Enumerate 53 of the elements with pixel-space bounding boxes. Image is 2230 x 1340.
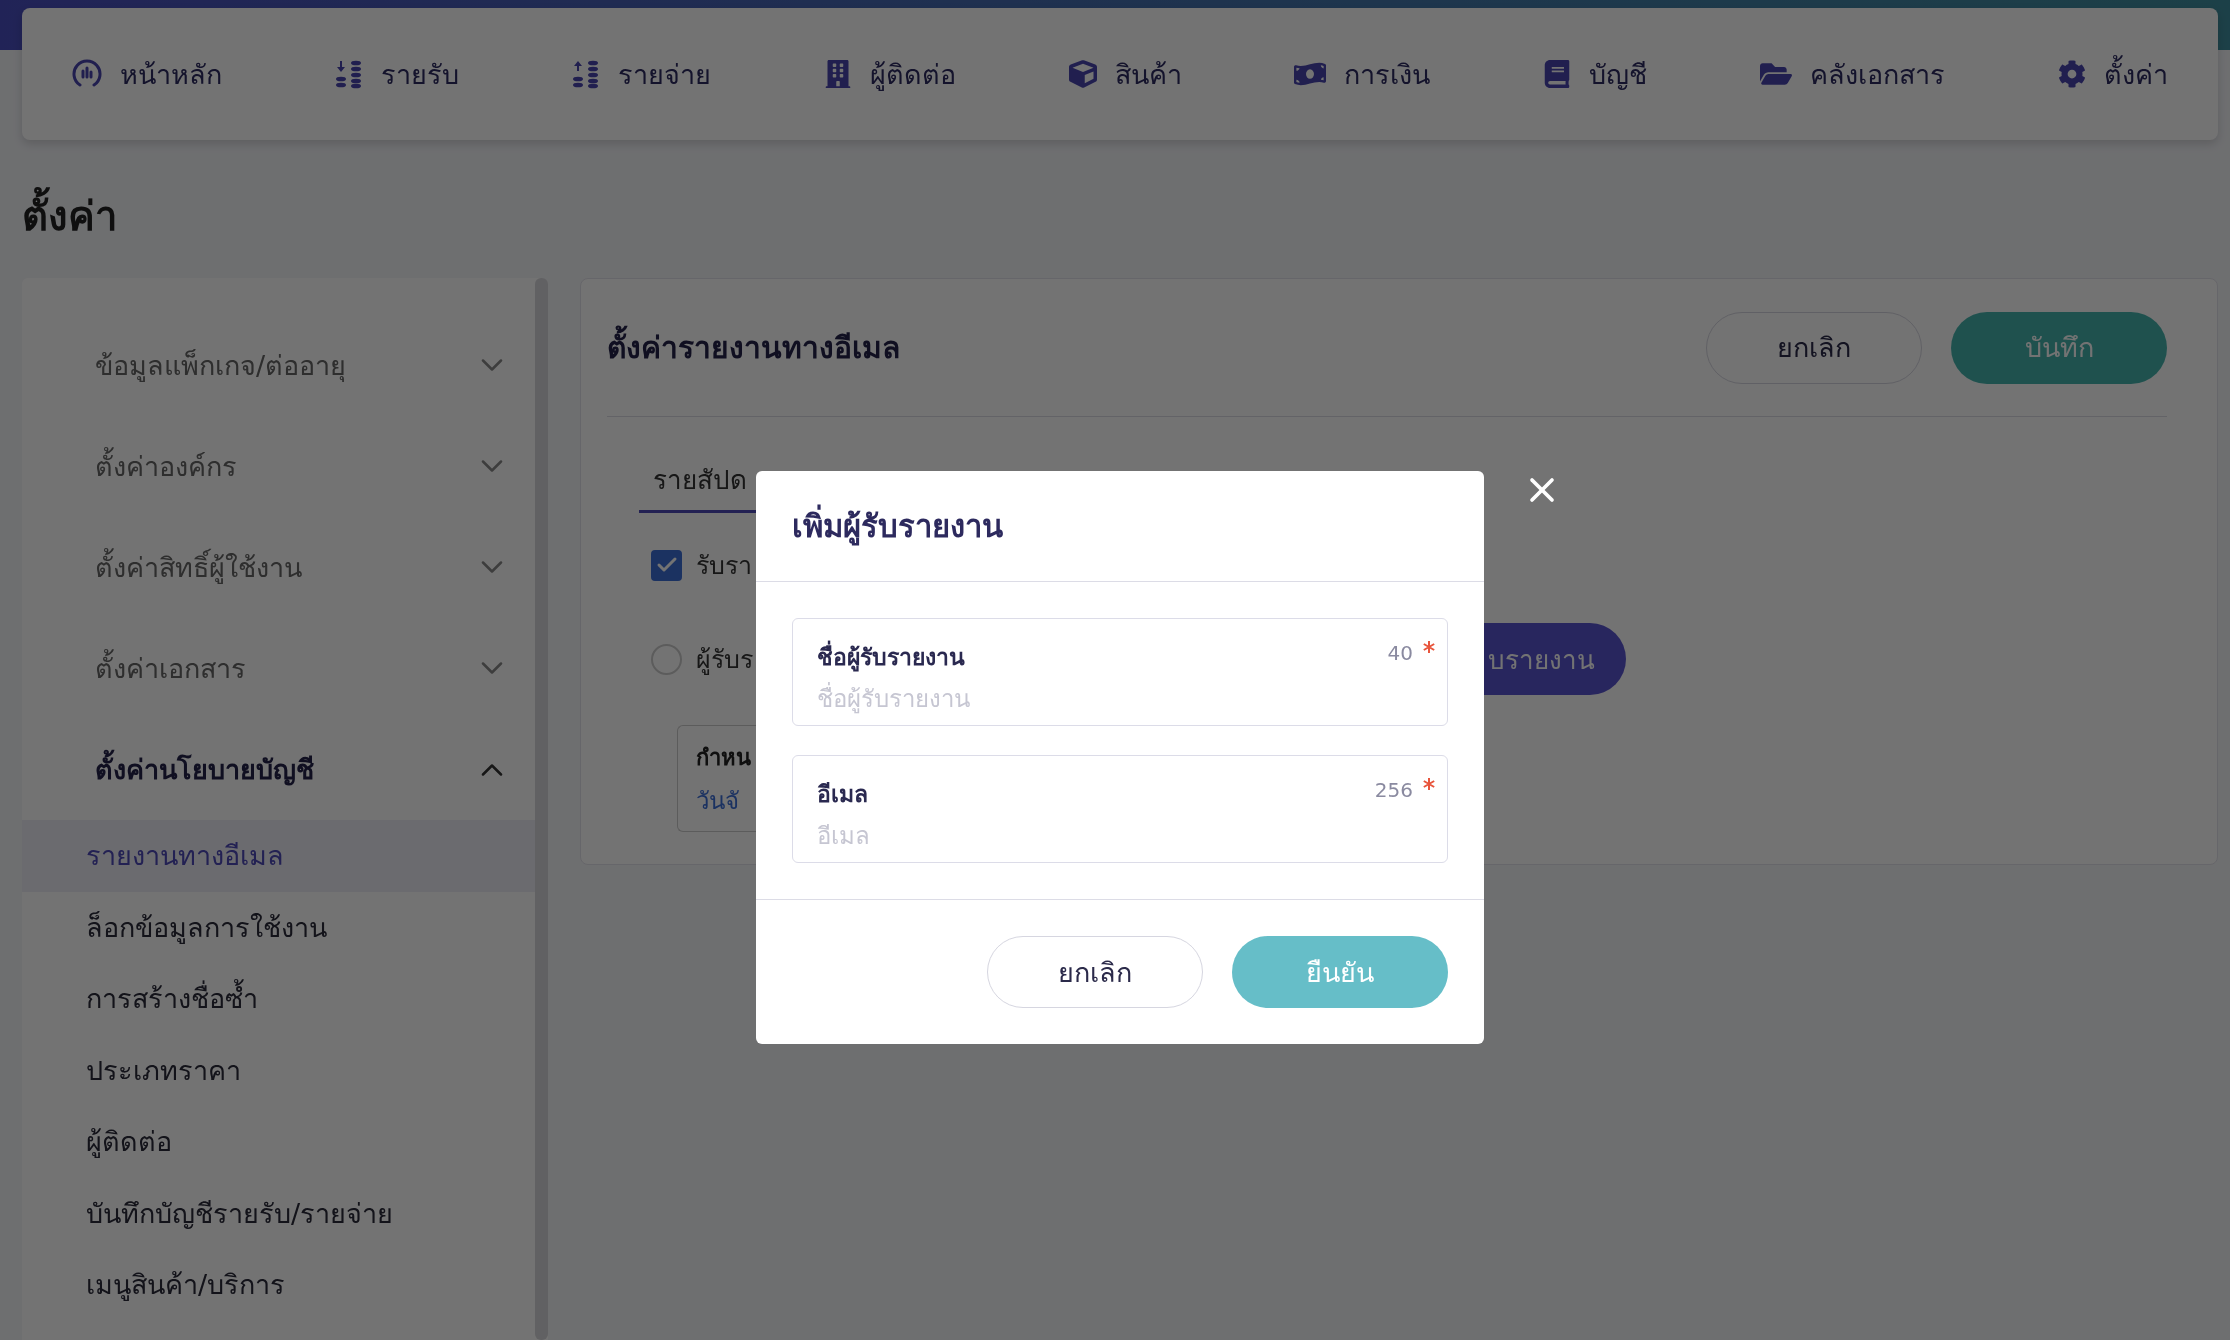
character-counter: 40 (1387, 641, 1413, 665)
confirm-button[interactable]: ยืนยัน (1232, 936, 1448, 1008)
field-label: อีเมล (817, 780, 869, 809)
input-field[interactable]: ชื่อผู้รับรายงาน 40 ชื่อผู้รับรายงาน (792, 618, 1448, 726)
sort-up-icon (571, 59, 600, 89)
nav-link[interactable]: ผู้ติดต่อ (823, 52, 956, 96)
checkbox[interactable] (651, 549, 682, 581)
radio-label: ผู้รับร (696, 644, 753, 677)
cancel-button[interactable]: ยกเลิก (1706, 311, 1922, 384)
cube-icon (1068, 60, 1097, 88)
chevron-down-icon (481, 460, 503, 473)
sidebar-group[interactable]: ตั้งค่านโยบายบัญชี (22, 719, 535, 820)
chevron-down-icon (481, 662, 503, 675)
schedule-value[interactable]: วันจั (696, 781, 759, 820)
nav-link[interactable]: ตั้งค่า (2058, 52, 2168, 96)
sidebar-group[interactable]: ตั้งค่าองค์กร (22, 416, 535, 517)
cancel-button[interactable]: ยกเลิก (987, 936, 1203, 1008)
page-title: ตั้งค่า (22, 180, 117, 252)
character-counter: 256 (1374, 778, 1413, 802)
chart-circle-icon (72, 59, 102, 89)
sidebar-item[interactable]: เมนูสินค้า/บริการ (22, 1249, 535, 1321)
chevron-down-icon (481, 561, 503, 574)
sort-down-icon (334, 59, 363, 89)
sidebar-item[interactable]: บันทึกบัญชีรายรับ/รายจ่าย (22, 1177, 535, 1249)
checkbox-label: รับรา (696, 550, 752, 582)
field-label: ชื่อผู้รับรายงาน (817, 639, 1388, 675)
gear-icon (2058, 60, 2086, 88)
sidebar-item[interactable]: ประเภทราคา (22, 1034, 535, 1106)
sidebar-group[interactable]: ตั้งค่าสิทธิ์ผู้ใช้งาน (22, 517, 535, 618)
add-recipient-button[interactable]: บรายงาน (1484, 623, 1626, 695)
building-icon (823, 60, 852, 88)
nav-link[interactable]: รายจ่าย (571, 52, 711, 96)
chevron-up-icon (481, 763, 503, 776)
nav-link[interactable]: หน้าหลัก (72, 52, 222, 96)
book-icon (1543, 60, 1572, 88)
chevron-down-icon (481, 359, 503, 372)
nav-link[interactable]: คลังเอกสาร (1760, 52, 1946, 96)
nav-link[interactable]: สินค้า (1068, 52, 1182, 96)
schedule-label: กำหน (696, 744, 752, 772)
dialog-title: เพิ่มผู้รับรายงาน (792, 501, 1003, 551)
input-field[interactable]: อีเมล 256 อีเมล (792, 755, 1448, 863)
nav-link[interactable]: บัญชี (1543, 52, 1648, 96)
sidebar-item[interactable]: รายงานทางอีเมล (22, 820, 535, 892)
sidebar-group[interactable]: ข้อมูลแพ็กเกจ/ต่ออายุ (22, 315, 535, 416)
sidebar-item[interactable]: การสร้างชื่อซ้ำ (22, 963, 535, 1035)
section-title: ตั้งค่ารายงานทางอีเมล (607, 324, 900, 371)
text-input[interactable]: อีเมล (817, 818, 1435, 854)
nav-link[interactable]: การเงิน (1294, 52, 1431, 96)
sidebar-item[interactable]: ล็อกข้อมูลการใช้งาน (22, 891, 535, 963)
nav-link[interactable]: รายรับ (334, 52, 459, 96)
sidebar-item[interactable]: ผู้ติดต่อ (22, 1106, 535, 1178)
text-input[interactable]: ชื่อผู้รับรายงาน (817, 681, 1435, 717)
sidebar-group[interactable]: ตั้งค่าเอกสาร (22, 618, 535, 719)
